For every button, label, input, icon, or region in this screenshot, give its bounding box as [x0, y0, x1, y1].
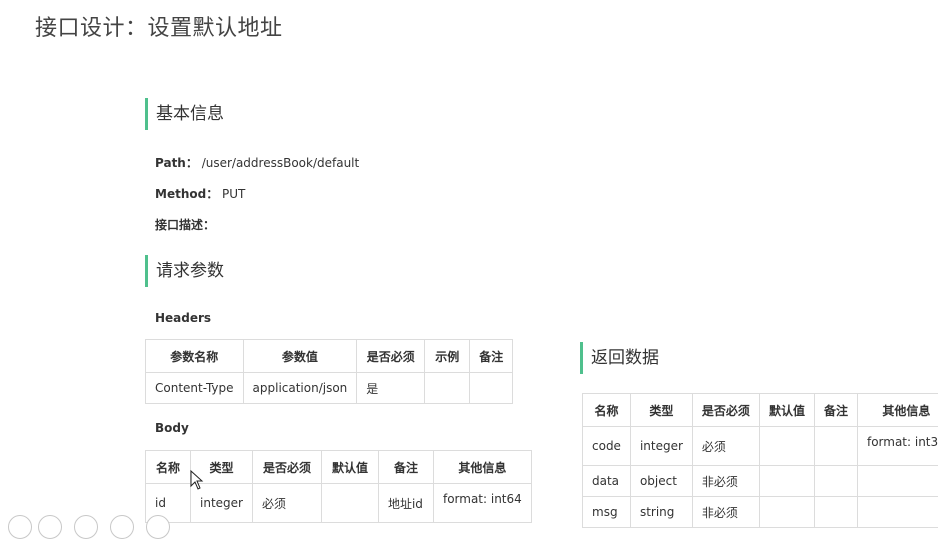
- table-cell: integer: [630, 427, 692, 466]
- col-header: 是否必须: [692, 394, 759, 427]
- page-title: 接口设计：设置默认地址: [35, 10, 283, 42]
- method-row: Method： PUT: [155, 185, 245, 202]
- table-cell: [470, 373, 513, 404]
- col-header: 示例: [425, 340, 470, 373]
- table-cell: Content-Type: [146, 373, 244, 404]
- col-header: 名称: [583, 394, 631, 427]
- col-header: 备注: [814, 394, 857, 427]
- table-cell: format: int32: [857, 427, 938, 466]
- response-table: 名称 类型 是否必须 默认值 备注 其他信息 code integer 必须 f…: [582, 393, 938, 528]
- section-request-heading: 请求参数: [145, 255, 224, 287]
- toolbar-circle-icon[interactable]: [146, 515, 170, 539]
- path-row: Path： /user/addressBook/default: [155, 154, 359, 171]
- col-header: 是否必须: [357, 340, 425, 373]
- body-label: Body: [155, 421, 189, 435]
- table-cell: [857, 466, 938, 497]
- col-header: 类型: [630, 394, 692, 427]
- toolbar-circle-icon[interactable]: [8, 515, 32, 539]
- toolbar-circle-icon[interactable]: [74, 515, 98, 539]
- path-value: /user/addressBook/default: [202, 156, 360, 170]
- headers-label: Headers: [155, 311, 211, 325]
- response-table-header-row: 名称 类型 是否必须 默认值 备注 其他信息: [583, 394, 938, 427]
- table-cell: application/json: [243, 373, 357, 404]
- table-cell: 是: [357, 373, 425, 404]
- col-header: 备注: [470, 340, 513, 373]
- table-cell: 必须: [692, 427, 759, 466]
- method-label: Method：: [155, 187, 218, 201]
- toolbar-circle-icon[interactable]: [38, 515, 62, 539]
- description-row: 接口描述：: [155, 216, 215, 233]
- table-cell: 非必须: [692, 466, 759, 497]
- col-header: 参数名称: [146, 340, 244, 373]
- col-header: 其他信息: [857, 394, 938, 427]
- section-basic-info-heading: 基本信息: [145, 98, 224, 130]
- table-cell: 非必须: [692, 497, 759, 528]
- table-row: Content-Type application/json 是: [146, 373, 513, 404]
- table-cell: 必须: [252, 484, 321, 523]
- table-cell: [321, 484, 378, 523]
- table-cell: 地址id: [378, 484, 433, 523]
- table-cell: [814, 466, 857, 497]
- col-header: 名称: [146, 451, 191, 484]
- col-header: 默认值: [759, 394, 814, 427]
- toolbar-circle-icon[interactable]: [110, 515, 134, 539]
- table-cell: [814, 497, 857, 528]
- table-cell: [759, 466, 814, 497]
- table-cell: data: [583, 466, 631, 497]
- table-cell: [759, 497, 814, 528]
- section-response-heading: 返回数据: [580, 342, 659, 374]
- path-label: Path：: [155, 156, 198, 170]
- table-cell: string: [630, 497, 692, 528]
- col-header: 参数值: [243, 340, 357, 373]
- headers-table: 参数名称 参数值 是否必须 示例 备注 Content-Type applica…: [145, 339, 513, 404]
- headers-table-header-row: 参数名称 参数值 是否必须 示例 备注: [146, 340, 513, 373]
- table-cell: [857, 497, 938, 528]
- table-cell: msg: [583, 497, 631, 528]
- table-cell: [814, 427, 857, 466]
- table-row: code integer 必须 format: int32: [583, 427, 938, 466]
- table-cell: [425, 373, 470, 404]
- col-header: 其他信息: [433, 451, 531, 484]
- table-row: data object 非必须: [583, 466, 938, 497]
- table-row: msg string 非必须: [583, 497, 938, 528]
- method-value: PUT: [222, 187, 245, 201]
- col-header: 备注: [378, 451, 433, 484]
- description-label: 接口描述：: [155, 218, 215, 232]
- col-header: 默认值: [321, 451, 378, 484]
- table-cell: object: [630, 466, 692, 497]
- mouse-pointer-icon: [190, 470, 204, 490]
- col-header: 是否必须: [252, 451, 321, 484]
- table-cell: [759, 427, 814, 466]
- table-cell: code: [583, 427, 631, 466]
- table-cell: format: int64: [433, 484, 531, 523]
